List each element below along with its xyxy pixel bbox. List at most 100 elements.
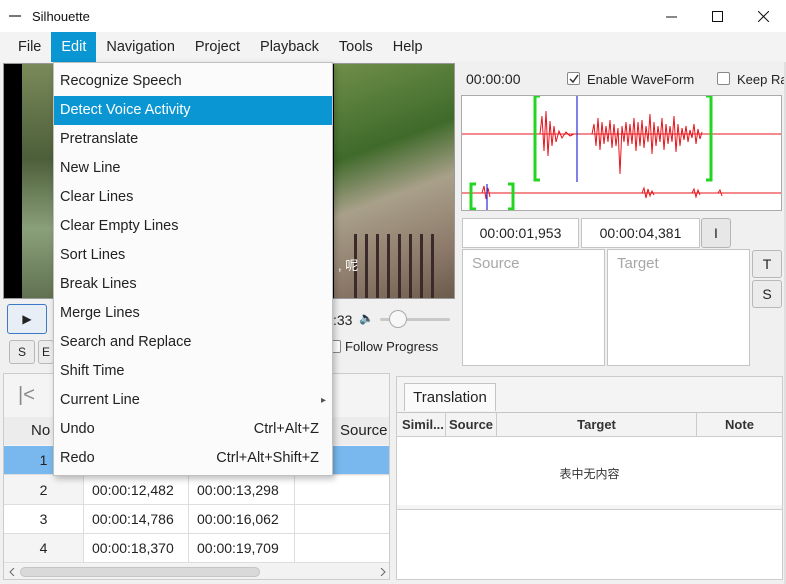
menu-help[interactable]: Help xyxy=(383,32,433,62)
menu-item-clear-empty-lines[interactable]: Clear Empty Lines xyxy=(54,212,332,241)
menu-edit[interactable]: Edit xyxy=(51,32,97,62)
menu-item-shortcut: Ctrl+Alt+Z xyxy=(253,421,319,437)
enable-waveform-checkbox[interactable] xyxy=(567,72,580,85)
maximize-button[interactable] xyxy=(694,0,740,32)
keep-checkbox[interactable] xyxy=(717,72,730,85)
scroll-right-icon[interactable] xyxy=(379,568,387,576)
s-button[interactable]: S xyxy=(752,280,782,308)
first-line-icon[interactable]: |< xyxy=(18,384,35,407)
menu-item-recognize-speech[interactable]: Recognize Speech xyxy=(54,67,332,96)
table-row[interactable]: 3 00:00:14,786 00:00:16,062 xyxy=(4,505,389,534)
app-icon xyxy=(9,11,25,21)
row-no: 3 xyxy=(4,505,84,533)
menu-playback[interactable]: Playback xyxy=(250,32,329,62)
set-end-button[interactable]: E xyxy=(38,340,54,364)
menu-item-label: Shift Time xyxy=(60,363,125,379)
menu-item-clear-lines[interactable]: Clear Lines xyxy=(54,183,332,212)
menu-item-break-lines[interactable]: Break Lines xyxy=(54,270,332,299)
column-header-note[interactable]: Note xyxy=(697,413,782,436)
menu-item-label: Detect Voice Activity xyxy=(60,102,191,118)
row-no: 2 xyxy=(4,476,84,504)
menu-navigation[interactable]: Navigation xyxy=(96,32,185,62)
video-subtitle: , 呢 xyxy=(338,258,359,273)
row-end: 00:00:19,709 xyxy=(189,534,295,562)
ibeam-button[interactable]: I xyxy=(701,218,731,248)
end-time-field[interactable]: 00:00:04,381 xyxy=(581,218,700,248)
start-time-field[interactable]: 00:00:01,953 xyxy=(462,218,579,248)
waveform-view[interactable] xyxy=(461,95,782,211)
row-start: 00:00:14,786 xyxy=(84,505,189,533)
menu-item-shortcut: Ctrl+Alt+Shift+Z xyxy=(216,450,319,466)
maximize-icon xyxy=(711,10,723,22)
column-header-source[interactable]: Source xyxy=(446,413,497,436)
menu-item-label: Search and Replace xyxy=(60,334,192,350)
menu-item-shift-time[interactable]: Shift Time xyxy=(54,357,332,386)
scroll-left-icon[interactable] xyxy=(8,568,16,576)
menu-item-label: Recognize Speech xyxy=(60,73,182,89)
translation-panel: Translation Simil... Source Target Note … xyxy=(396,376,783,580)
close-button[interactable] xyxy=(740,0,786,32)
t-button[interactable]: T xyxy=(752,250,782,278)
row-source xyxy=(295,505,389,533)
set-start-button[interactable]: S xyxy=(9,340,35,364)
volume-icon[interactable]: 🔈 xyxy=(359,311,374,325)
window-title: Silhouette xyxy=(32,8,90,24)
text-cursor-icon: I xyxy=(714,225,718,241)
row-end: 00:00:16,062 xyxy=(189,505,295,533)
current-time: 00:00:00 xyxy=(466,71,521,87)
menu-item-label: Undo xyxy=(60,421,95,437)
row-start: 00:00:12,482 xyxy=(84,476,189,504)
row-source xyxy=(295,534,389,562)
title-bar: Silhouette xyxy=(0,0,786,32)
submenu-arrow-icon: ▸ xyxy=(320,395,326,406)
empty-table-message: 表中无内容 xyxy=(559,467,620,481)
minimize-icon xyxy=(665,16,677,17)
source-text-area[interactable]: Source xyxy=(462,249,605,366)
menu-tools[interactable]: Tools xyxy=(329,32,383,62)
row-no: 4 xyxy=(4,534,84,562)
table-row[interactable]: 2 00:00:12,482 00:00:13,298 xyxy=(4,476,389,505)
menu-item-current-line[interactable]: Current Line ▸ xyxy=(54,386,332,415)
video-scene-gate xyxy=(354,234,434,298)
row-end: 00:00:13,298 xyxy=(189,476,295,504)
playback-time: :33 xyxy=(333,312,353,328)
menu-item-label: Redo xyxy=(60,450,95,466)
window-controls xyxy=(648,0,786,32)
column-header-target[interactable]: Target xyxy=(497,413,697,436)
tab-translation[interactable]: Translation xyxy=(404,383,496,411)
menu-file[interactable]: File xyxy=(8,32,51,62)
edit-menu-dropdown: Recognize Speech Detect Voice Activity P… xyxy=(53,62,333,476)
menu-item-new-line[interactable]: New Line xyxy=(54,154,332,183)
row-source xyxy=(295,476,389,504)
menu-item-sort-lines[interactable]: Sort Lines xyxy=(54,241,332,270)
menu-item-label: New Line xyxy=(60,160,121,176)
menu-bar: File Edit Navigation Project Playback To… xyxy=(0,32,786,62)
close-icon xyxy=(757,10,769,22)
column-header-similarity[interactable]: Simil... xyxy=(397,413,446,436)
play-icon: ▶ xyxy=(22,312,32,326)
menu-item-pretranslate[interactable]: Pretranslate xyxy=(54,125,332,154)
volume-slider-thumb[interactable] xyxy=(389,310,407,328)
keep-label: Keep Ra xyxy=(737,72,786,87)
menu-item-redo[interactable]: Redo Ctrl+Alt+Shift+Z xyxy=(54,444,332,473)
menu-item-search-and-replace[interactable]: Search and Replace xyxy=(54,328,332,357)
translation-table: Simil... Source Target Note 表中无内容 xyxy=(397,412,782,505)
menu-item-label: Sort Lines xyxy=(60,247,126,263)
minimize-button[interactable] xyxy=(648,0,694,32)
horizontal-scrollbar[interactable] xyxy=(4,564,389,579)
menu-item-label: Break Lines xyxy=(60,276,137,292)
translation-detail-area xyxy=(397,509,782,579)
checkmark-icon xyxy=(568,74,579,83)
menu-item-detect-voice-activity[interactable]: Detect Voice Activity xyxy=(54,96,332,125)
menu-item-undo[interactable]: Undo Ctrl+Alt+Z xyxy=(54,415,332,444)
target-text-area[interactable]: Target xyxy=(607,249,750,366)
menu-item-merge-lines[interactable]: Merge Lines xyxy=(54,299,332,328)
follow-progress-label: Follow Progress xyxy=(345,339,439,354)
menu-item-label: Merge Lines xyxy=(60,305,140,321)
table-row[interactable]: 4 00:00:18,370 00:00:19,709 xyxy=(4,534,389,563)
play-button[interactable]: ▶ xyxy=(7,304,47,334)
enable-waveform-label: Enable WaveForm xyxy=(587,72,695,87)
menu-project[interactable]: Project xyxy=(185,32,250,62)
row-start: 00:00:18,370 xyxy=(84,534,189,562)
scrollbar-thumb[interactable] xyxy=(20,567,260,577)
